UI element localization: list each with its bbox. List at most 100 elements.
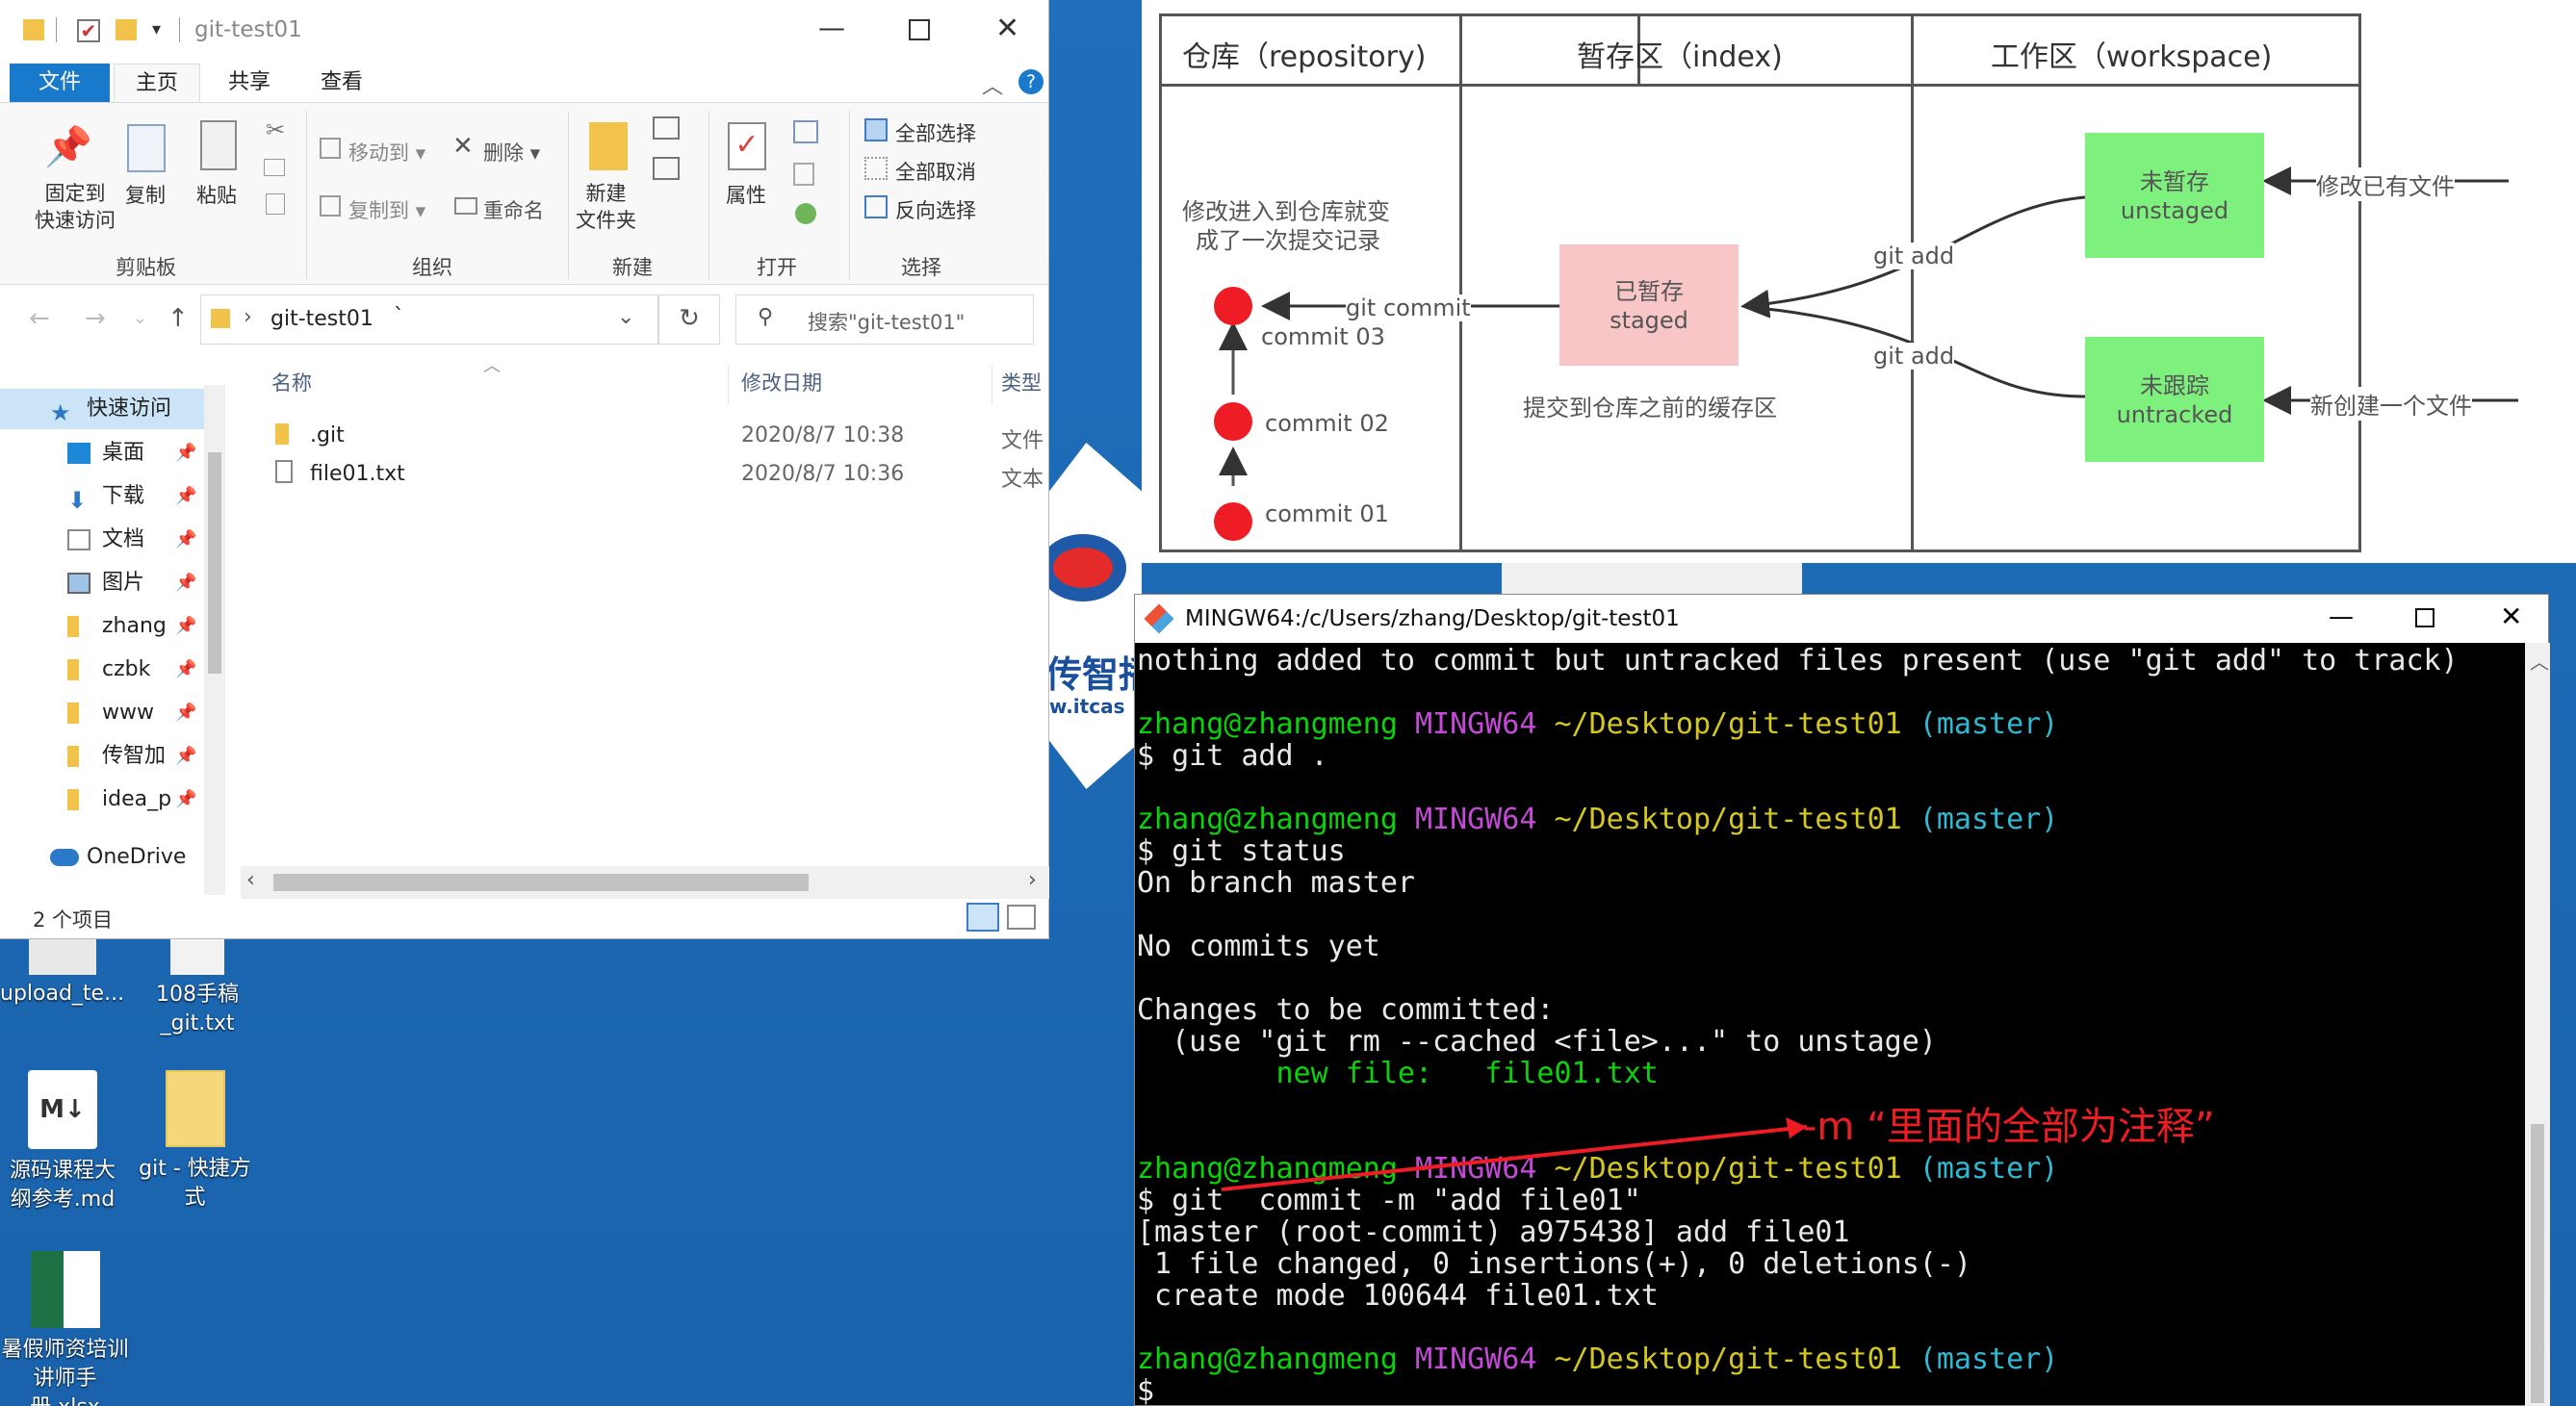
forward-button[interactable]: → bbox=[85, 304, 106, 333]
nav-onedrive[interactable]: OneDrive bbox=[0, 837, 221, 878]
search-box[interactable]: ⚲ 搜索"git-test01" bbox=[735, 294, 1034, 345]
nav-czbk[interactable]: czbk 📌 bbox=[0, 650, 221, 690]
open-icon[interactable] bbox=[793, 120, 818, 143]
nav-downloads[interactable]: ⬇ 下载 📌 bbox=[0, 476, 221, 517]
file-type: 文件 bbox=[1001, 429, 1044, 453]
folder-icon bbox=[275, 423, 289, 445]
pin-icon: 📌 bbox=[175, 746, 197, 766]
desktop-icon-git-shortcut[interactable]: git - 快捷方式 bbox=[135, 1070, 255, 1213]
tab-file[interactable]: 文件 bbox=[10, 64, 110, 102]
nav-idea[interactable]: idea_p 📌 bbox=[0, 780, 221, 820]
nav-pictures[interactable]: 图片 📌 bbox=[0, 563, 221, 603]
group-label-clipboard: 剪贴板 bbox=[116, 256, 176, 279]
close-button[interactable]: ✕ bbox=[995, 12, 1019, 45]
recent-dropdown[interactable]: ⌄ bbox=[133, 308, 147, 328]
back-button[interactable]: ← bbox=[29, 304, 50, 333]
scroll-up-icon[interactable]: ︿ bbox=[2530, 647, 2549, 675]
delete-icon: ✕ bbox=[452, 132, 474, 161]
invert-selection-icon bbox=[864, 195, 888, 218]
desktop-icon-xlsx[interactable]: 暑假师资培训讲师手册.xlsx bbox=[0, 1251, 130, 1406]
edit-icon[interactable] bbox=[793, 163, 814, 186]
details-view-icon[interactable] bbox=[966, 903, 999, 932]
desktop-icon-108[interactable]: 108手稿_git.txt bbox=[144, 938, 250, 1038]
paste-shortcut-icon[interactable] bbox=[266, 193, 285, 215]
nav-scroll-thumb[interactable] bbox=[208, 452, 221, 674]
move-to-button[interactable]: 移动到 ▾ bbox=[348, 138, 425, 166]
minimize-button[interactable]: — bbox=[818, 12, 845, 43]
help-icon[interactable]: ? bbox=[1018, 69, 1043, 94]
git-add-label-2: git add bbox=[1873, 343, 1955, 370]
pin-button[interactable]: 固定到 快速访问 bbox=[35, 180, 116, 234]
horizontal-scrollbar[interactable]: ‹ › bbox=[241, 866, 1049, 899]
up-button[interactable]: ↑ bbox=[167, 304, 189, 333]
markdown-icon: M↓ bbox=[28, 1070, 97, 1149]
desktop-icon-upload[interactable]: upload_te... bbox=[0, 938, 125, 1008]
cloud-icon bbox=[50, 849, 79, 866]
file-row-git[interactable]: .git 2020/8/7 10:38 文件 bbox=[252, 418, 1049, 456]
address-bar[interactable]: › git-test01 ` ⌄ bbox=[200, 294, 658, 345]
nav-www[interactable]: www 📌 bbox=[0, 693, 221, 733]
properties-button[interactable]: 属性 bbox=[726, 180, 766, 209]
customize-toolbar-icon[interactable]: ▾ bbox=[152, 19, 161, 39]
tab-share[interactable]: 共享 bbox=[206, 64, 293, 102]
group-label-open: 打开 bbox=[757, 256, 797, 279]
select-none-button[interactable]: 全部取消 bbox=[895, 157, 976, 186]
nav-chuanzhi[interactable]: 传智加 📌 bbox=[0, 736, 221, 777]
scroll-thumb[interactable] bbox=[2531, 1124, 2544, 1403]
tab-home[interactable]: 主页 bbox=[114, 64, 200, 102]
copy-to-button[interactable]: 复制到 ▾ bbox=[348, 195, 425, 224]
nav-zhang[interactable]: zhang 📌 bbox=[0, 606, 221, 647]
modify-existing-label: 修改已有文件 bbox=[2316, 167, 2455, 201]
chevron-down-icon[interactable]: ⌄ bbox=[617, 305, 634, 329]
address-text: git-test01 bbox=[270, 307, 374, 331]
easy-access-icon[interactable] bbox=[653, 157, 680, 180]
delete-button[interactable]: 删除 ▾ bbox=[483, 138, 540, 166]
address-caret: ` bbox=[394, 305, 404, 329]
new-folder-icon bbox=[589, 122, 628, 170]
scroll-thumb[interactable] bbox=[273, 874, 809, 891]
paste-button[interactable]: 粘贴 bbox=[196, 180, 237, 209]
download-icon: ⬇ bbox=[67, 487, 88, 514]
nav-documents[interactable]: 文档 📌 bbox=[0, 520, 221, 560]
checkbox-icon[interactable]: ✔ bbox=[77, 19, 100, 42]
file-icon bbox=[29, 938, 96, 975]
column-date[interactable]: 修改日期 bbox=[741, 368, 822, 396]
item-count: 2 个项目 bbox=[33, 908, 114, 932]
tab-view[interactable]: 查看 bbox=[298, 64, 385, 102]
scroll-right-icon[interactable]: › bbox=[1028, 868, 1037, 892]
file-row-file01[interactable]: file01.txt 2020/8/7 10:36 文本 bbox=[252, 456, 1049, 495]
text-file-icon bbox=[170, 938, 224, 975]
create-new-label: 新创建一个文件 bbox=[2310, 387, 2472, 421]
select-all-button[interactable]: 全部选择 bbox=[895, 118, 976, 147]
column-type[interactable]: 类型 bbox=[1001, 368, 1042, 396]
commit-02-label: commit 02 bbox=[1265, 410, 1389, 437]
commit-node-03 bbox=[1214, 287, 1252, 325]
maximize-button[interactable] bbox=[909, 19, 930, 40]
git-add-label-1: git add bbox=[1873, 243, 1955, 269]
file-date: 2020/8/7 10:38 bbox=[741, 423, 905, 447]
copy-button[interactable]: 复制 bbox=[125, 180, 166, 209]
new-folder-button[interactable]: 新建 文件夹 bbox=[576, 180, 636, 234]
nav-quick-access[interactable]: ★ 快速访问 bbox=[0, 389, 221, 429]
folder-quick-icon[interactable] bbox=[116, 19, 137, 40]
file-name: file01.txt bbox=[310, 462, 405, 486]
folder-icon bbox=[67, 789, 79, 810]
nav-scrollbar[interactable] bbox=[204, 385, 225, 895]
copy-path-icon[interactable] bbox=[264, 159, 285, 176]
terminal-scrollbar[interactable]: ︿ bbox=[2525, 643, 2550, 1406]
cut-icon[interactable]: ✂ bbox=[266, 116, 285, 143]
column-name[interactable]: 名称 bbox=[271, 368, 312, 396]
rename-button[interactable]: 重命名 bbox=[483, 195, 544, 224]
untracked-box: 未跟踪 untracked bbox=[2085, 337, 2264, 462]
refresh-button[interactable]: ↻ bbox=[658, 294, 720, 345]
tiles-view-icon[interactable] bbox=[1007, 905, 1036, 930]
history-icon[interactable] bbox=[795, 203, 816, 224]
nav-desktop[interactable]: 桌面 📌 bbox=[0, 433, 221, 473]
invert-selection-button[interactable]: 反向选择 bbox=[895, 195, 976, 224]
new-item-icon[interactable] bbox=[653, 116, 680, 140]
explorer-titlebar: ✔ ▾ git-test01 — ✕ bbox=[0, 0, 1048, 64]
scroll-left-icon[interactable]: ‹ bbox=[246, 868, 255, 892]
collapse-ribbon-icon[interactable]: ︿ bbox=[982, 69, 1003, 100]
desktop-icon-markdown[interactable]: M↓ 源码课程大纲参考.md bbox=[0, 1070, 125, 1214]
index-note: 提交到仓库之前的缓存区 bbox=[1523, 395, 1777, 422]
